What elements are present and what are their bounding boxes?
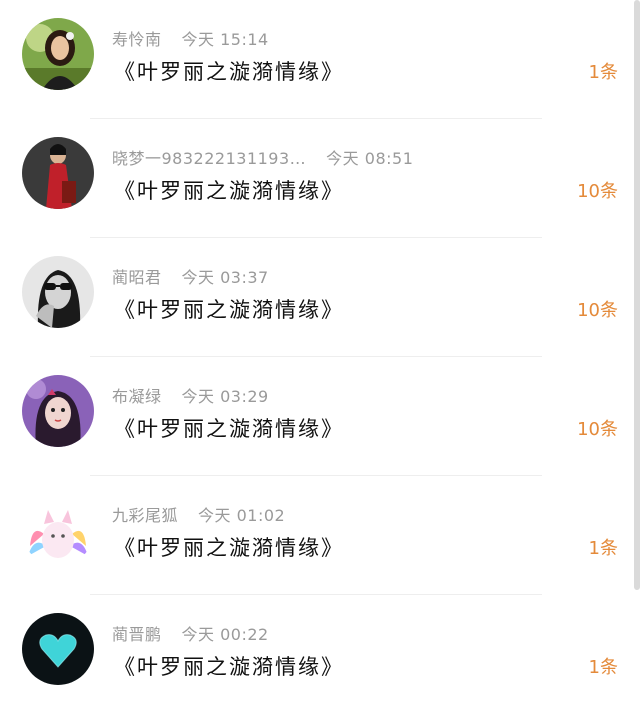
message-time: 今天 03:29 (181, 387, 269, 406)
message-list: 寿怜南 今天 15:14 《叶罗丽之漩漪情缘》 1条 晓梦一98322213119… (0, 0, 640, 713)
avatar[interactable] (22, 256, 94, 328)
message-title: 《叶罗丽之漩漪情缘》 (114, 298, 344, 322)
message-title: 《叶罗丽之漩漪情缘》 (114, 536, 344, 560)
message-meta: 寿怜南 今天 15:14 (112, 26, 269, 50)
message-meta: 九彩尾狐 今天 01:02 (112, 502, 285, 526)
message-meta: 蔺晋鹏 今天 00:22 (112, 621, 269, 645)
sender-name: 布凝绿 (112, 387, 162, 406)
list-item[interactable]: 晓梦一983222131193… 今天 08:51 《叶罗丽之漩漪情缘》 10条 (0, 119, 640, 238)
count-badge: 10条 (577, 300, 618, 321)
message-meta: 蔺昭君 今天 03:37 (112, 264, 269, 288)
count-badge: 10条 (577, 181, 618, 202)
sender-name: 晓梦一983222131193… (112, 149, 307, 168)
sender-name: 九彩尾狐 (112, 506, 179, 525)
message-meta: 晓梦一983222131193… 今天 08:51 (112, 145, 413, 169)
count-badge: 1条 (588, 538, 618, 559)
sender-name: 寿怜南 (112, 30, 162, 49)
message-title: 《叶罗丽之漩漪情缘》 (114, 60, 344, 84)
message-time: 今天 01:02 (198, 506, 286, 525)
message-meta: 布凝绿 今天 03:29 (112, 383, 269, 407)
list-item[interactable]: 蔺昭君 今天 03:37 《叶罗丽之漩漪情缘》 10条 (0, 238, 640, 357)
count-badge: 1条 (588, 62, 618, 83)
sender-name: 蔺昭君 (112, 268, 162, 287)
list-item[interactable]: 布凝绿 今天 03:29 《叶罗丽之漩漪情缘》 10条 (0, 357, 640, 476)
message-time: 今天 03:37 (181, 268, 269, 287)
list-item[interactable]: 寿怜南 今天 15:14 《叶罗丽之漩漪情缘》 1条 (0, 0, 640, 119)
message-time: 今天 08:51 (326, 149, 414, 168)
avatar[interactable] (22, 613, 94, 685)
count-badge: 1条 (588, 657, 618, 678)
list-item[interactable]: 九彩尾狐 今天 01:02 《叶罗丽之漩漪情缘》 1条 (0, 476, 640, 595)
sender-name: 蔺晋鹏 (112, 625, 162, 644)
message-title: 《叶罗丽之漩漪情缘》 (114, 417, 344, 441)
list-item[interactable]: 蔺晋鹏 今天 00:22 《叶罗丽之漩漪情缘》 1条 (0, 595, 640, 714)
message-title: 《叶罗丽之漩漪情缘》 (114, 655, 344, 679)
avatar[interactable] (22, 375, 94, 447)
avatar[interactable] (22, 18, 94, 90)
avatar[interactable] (22, 494, 94, 566)
message-time: 今天 15:14 (181, 30, 269, 49)
scrollbar[interactable] (634, 0, 640, 590)
message-time: 今天 00:22 (181, 625, 269, 644)
count-badge: 10条 (577, 419, 618, 440)
avatar[interactable] (22, 137, 94, 209)
message-title: 《叶罗丽之漩漪情缘》 (114, 179, 344, 203)
